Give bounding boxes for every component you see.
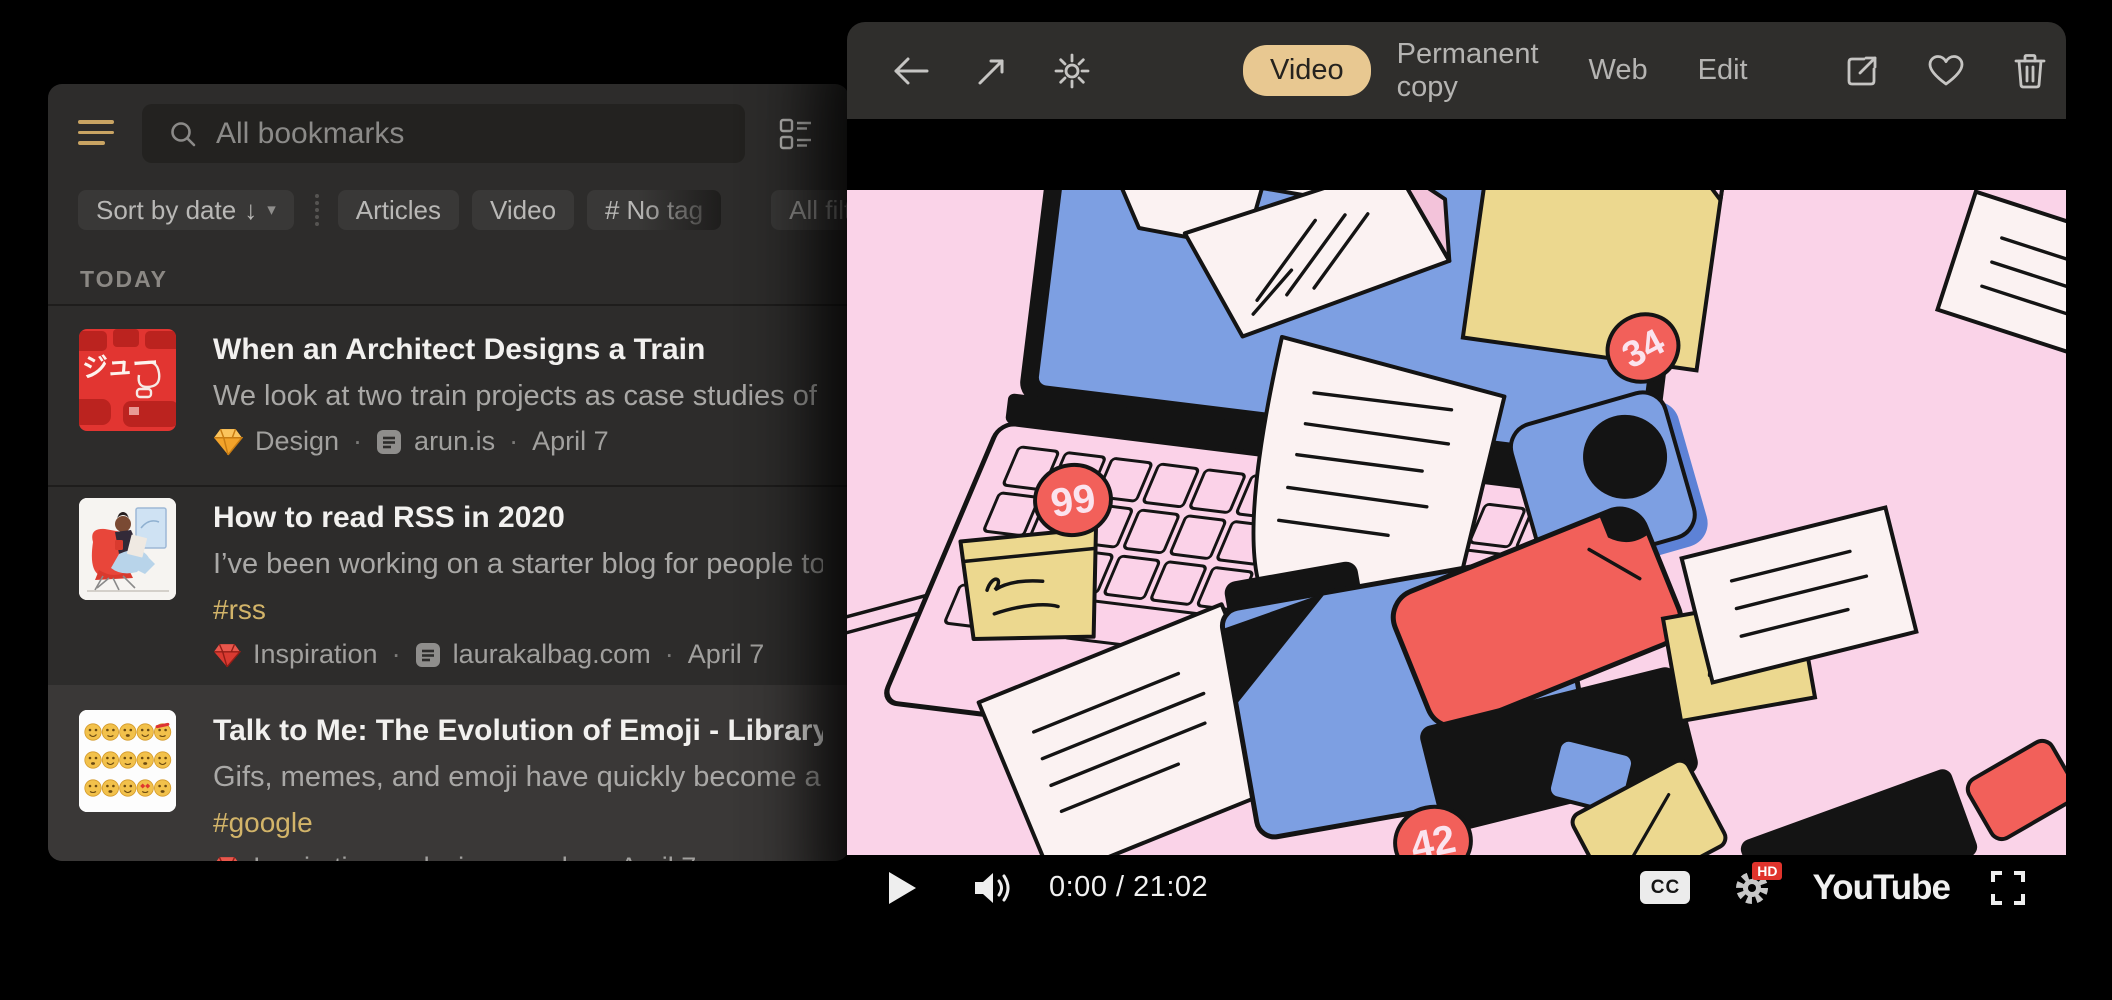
bookmark-title: When an Architect Designs a Train: [213, 333, 823, 367]
filter-chip-articles[interactable]: Articles: [338, 190, 459, 230]
filter-chip-all-filters[interactable]: All filters: [771, 190, 849, 230]
bookmark-title: How to read RSS in 2020: [213, 501, 823, 535]
bookmark-item[interactable]: How to read RSS in 2020 I’ve been workin…: [48, 498, 849, 682]
article-favicon-icon: [415, 642, 441, 668]
bookmark-thumbnail-emoji: [79, 710, 176, 812]
expand-button[interactable]: [975, 51, 1009, 91]
gear-icon: [1053, 52, 1091, 90]
filter-chip-video[interactable]: Video: [472, 190, 574, 230]
bookmark-tag[interactable]: #google: [213, 807, 823, 839]
external-link-icon: [1844, 53, 1880, 89]
collection-label[interactable]: Design: [255, 426, 339, 457]
bookmark-item[interactable]: ジュー When an Architect Designs a Train We…: [48, 329, 849, 485]
captions-button[interactable]: CC: [1640, 871, 1690, 904]
svg-text:ジュー: ジュー: [81, 349, 159, 384]
tab-web[interactable]: Web: [1589, 54, 1648, 87]
bookmark-item-selected[interactable]: Talk to Me: The Evolution of Emoji - Lib…: [48, 685, 849, 861]
volume-button[interactable]: [973, 870, 1015, 906]
view-options-button[interactable]: [778, 116, 814, 152]
sort-dropdown[interactable]: Sort by date ↓ ▾: [78, 190, 294, 230]
filter-separator: [315, 194, 319, 226]
back-button[interactable]: [893, 51, 931, 91]
search-icon: [168, 119, 198, 149]
fullscreen-button[interactable]: [1990, 870, 2026, 906]
collection-label[interactable]: Inspiration: [253, 639, 378, 670]
desktop: Sort by date ↓ ▾ Articles Video # No tag…: [0, 0, 2112, 1000]
domain-label[interactable]: design.google: [415, 852, 583, 861]
sort-label: Sort by date: [96, 195, 236, 226]
trash-icon: [2013, 52, 2047, 90]
sidebar-menu-button[interactable]: [78, 120, 114, 146]
tab-video[interactable]: Video: [1243, 45, 1371, 96]
filter-bar: Sort by date ↓ ▾ Articles Video # No tag…: [78, 190, 849, 230]
date-label: April 7: [688, 639, 765, 670]
bookmark-description: Gifs, memes, and emoji have quickly beco…: [213, 761, 823, 794]
domain-label[interactable]: arun.is: [414, 426, 495, 457]
video-frame[interactable]: 34: [847, 190, 2066, 855]
sort-direction-icon: ↓: [244, 195, 257, 226]
youtube-logo[interactable]: YouTube: [1812, 868, 1950, 908]
collection-label[interactable]: Inspiration: [253, 852, 378, 861]
bookmark-description: I’ve been working on a starter blog for …: [213, 548, 823, 581]
settings-button[interactable]: [1053, 51, 1091, 91]
date-label: April 7: [620, 852, 697, 861]
heart-icon: [1927, 53, 1965, 89]
card-view-icon: [778, 116, 814, 152]
date-label: April 7: [532, 426, 609, 457]
bookmarks-window: Sort by date ↓ ▾ Articles Video # No tag…: [48, 84, 849, 861]
hash-icon: #: [605, 195, 619, 226]
chevron-down-icon: ▾: [267, 200, 276, 220]
list-divider: [48, 304, 849, 306]
bookmark-thumbnail-rss: [79, 498, 176, 600]
ruby-gem-icon: [213, 642, 241, 668]
viewer-tabs: Video Permanent copy Web Edit: [1243, 38, 1798, 104]
search-field[interactable]: [142, 104, 745, 163]
hd-badge: HD: [1752, 862, 1782, 880]
tab-edit[interactable]: Edit: [1698, 54, 1748, 87]
sketch-diamond-icon: [213, 428, 243, 456]
bookmark-thumbnail-train: ジュー: [79, 329, 176, 431]
tab-permanent-copy[interactable]: Permanent copy: [1397, 38, 1539, 104]
player-controls: 0:00 / 21:02 CC HD YouTube: [847, 855, 2066, 920]
time-display: 0:00 / 21:02: [1049, 871, 1208, 904]
open-external-button[interactable]: [1842, 51, 1882, 91]
domain-label[interactable]: laurakalbag.com: [453, 639, 651, 670]
article-favicon-icon: [376, 429, 402, 455]
expand-icon: [975, 54, 1009, 88]
bookmark-meta: Design · arun.is · April 7: [213, 426, 823, 457]
delete-button[interactable]: [2010, 51, 2050, 91]
viewer-toolbar: Video Permanent copy Web Edit: [847, 22, 2066, 119]
filter-chip-no-tag[interactable]: # No tag: [587, 190, 721, 230]
back-arrow-icon: [893, 55, 931, 87]
play-button[interactable]: [887, 871, 917, 905]
bookmarks-header: [48, 84, 849, 184]
quality-settings-button[interactable]: HD: [1730, 866, 1774, 910]
favorite-button[interactable]: [1926, 51, 1966, 91]
badge-99: 99: [1048, 476, 1098, 526]
bookmark-meta: Inspiration · design.google · April 7: [213, 852, 823, 861]
list-divider: [48, 485, 849, 487]
bookmark-title: Talk to Me: The Evolution of Emoji - Lib…: [213, 714, 823, 748]
ruby-gem-icon: [213, 855, 241, 862]
viewer-panel: Video Permanent copy Web Edit: [847, 22, 2066, 920]
section-header-today: TODAY: [80, 266, 168, 293]
bookmark-description: We look at two train projects as case st…: [213, 380, 823, 413]
bookmark-tag[interactable]: #rss: [213, 594, 823, 626]
bookmark-meta: Inspiration · laurakalbag.com · April 7: [213, 639, 823, 670]
search-input[interactable]: [214, 116, 638, 152]
